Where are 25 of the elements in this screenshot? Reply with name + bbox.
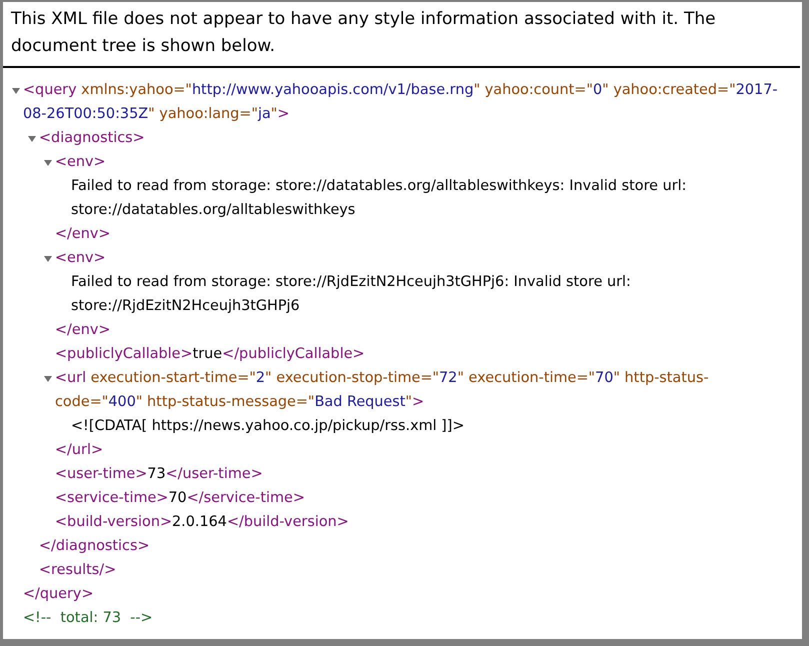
collapse-triangle-icon[interactable] <box>44 376 52 382</box>
xml-tag-line: </query> <box>23 585 95 604</box>
style-notice: This XML file does not appear to have any style information associated with it. The document tree is shown below. <box>3 2 800 68</box>
xml-text-content: Failed to read from storage: store://datatables.org/alltableswithkeys: Invalid store url: store://datatables.org/alltableswithkeys <box>71 177 688 220</box>
xml-text-content: Failed to read from storage: store://RjdEzitN2Hceujh3tGHPj6: Invalid store url: store://RjdEzitN2Hceujh3tGHPj6 <box>71 273 632 316</box>
xml-tag-line: <results/> <box>39 561 118 580</box>
xml-tag-line: <env> <box>55 153 107 172</box>
collapse-triangle-icon[interactable] <box>12 88 20 94</box>
collapse-triangle-icon[interactable] <box>28 136 36 142</box>
xml-tag-line: <service-time>70</service-time> <box>55 489 306 508</box>
xml-tag-line: <url execution-start-time="2" execution-stop-time="72" execution-time="70" http-status-code="400" http-status-message="Bad Request"> <box>55 369 710 412</box>
xml-tag-line: </env> <box>55 225 112 244</box>
xml-tag-line: <user-time>73</user-time> <box>55 465 264 484</box>
xml-tag-line: </env> <box>55 321 112 340</box>
collapse-triangle-icon[interactable] <box>44 160 52 166</box>
collapse-triangle-icon[interactable] <box>44 256 52 262</box>
xml-comment: <!-- total: 73 --> <box>23 609 154 628</box>
xml-tag-line: <build-version>2.0.164</build-version> <box>55 513 350 532</box>
xml-tag-line: <diagnostics> <box>39 129 146 148</box>
xml-tag-line: <publiclyCallable>true</publiclyCallable> <box>55 345 366 364</box>
xml-tag-line: </url> <box>55 441 104 460</box>
xml-tag-line: <query xmlns:yahoo="http://www.yahooapis.com/v1/base.rng" yahoo:count="0" yahoo:created="2017-08-26T00:50:35Z" yahoo:lang="ja"> <box>23 81 779 124</box>
xml-tag-line: <env> <box>55 249 107 268</box>
xml-text-content: <![CDATA[ https://news.yahoo.co.jp/pickup/rss.xml ]]> <box>71 417 466 436</box>
xml-tag-line: </diagnostics> <box>39 537 151 556</box>
